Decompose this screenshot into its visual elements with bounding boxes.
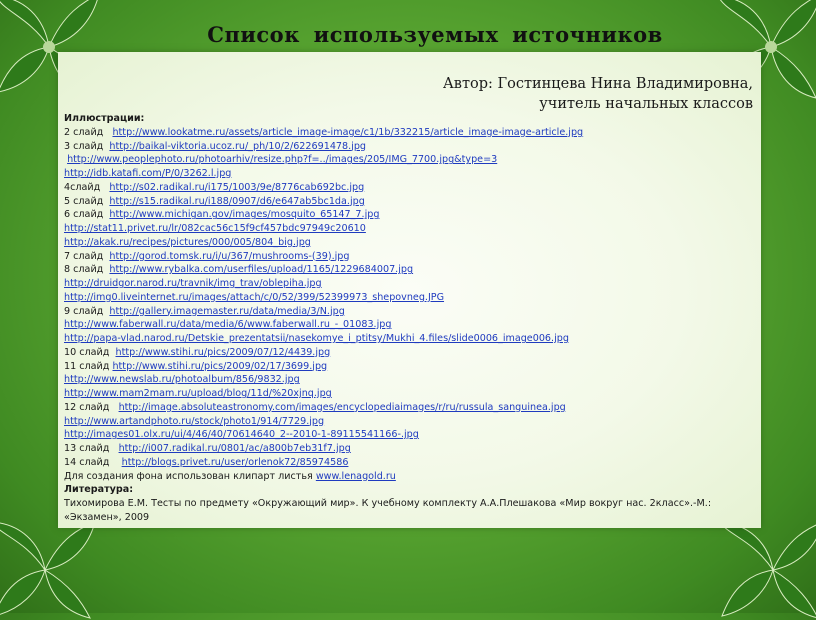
slide-label: 8 слайд	[64, 264, 110, 276]
clipart-line: Для создания фона использован клипарт ли…	[64, 470, 759, 484]
source-line: http://images01.olx.ru/ui/4/46/40/706146…	[64, 428, 759, 442]
clipart-link[interactable]: www.lenagold.ru	[316, 471, 396, 482]
literature-heading: Литература:	[64, 484, 134, 496]
source-line: 12 слайд http://image.absoluteastronomy.…	[64, 401, 759, 415]
content-panel: Автор: Гостинцева Нина Владимировна, учи…	[58, 52, 761, 528]
source-link[interactable]: http://www.stihi.ru/pics/2009/07/12/4439…	[116, 347, 331, 358]
source-link[interactable]: http://www.peoplephoto.ru/photoarhiv/res…	[67, 154, 497, 165]
source-link[interactable]: http://s15.radikal.ru/i188/0907/d6/e647a…	[109, 196, 364, 207]
source-link[interactable]: http://idb.katafi.com/P/0/3262.l.jpg	[64, 168, 231, 179]
source-line: http://www.mam2mam.ru/upload/blog/11d/%2…	[64, 387, 759, 401]
slide-label: 3 слайд	[64, 140, 110, 152]
source-link[interactable]: http://i007.radikal.ru/0801/ac/a800b7eb3…	[119, 443, 351, 454]
source-line: 11 слайд http://www.stihi.ru/pics/2009/0…	[64, 360, 759, 374]
source-lines: 2 слайд http://www.lookatme.ru/assets/ar…	[64, 126, 759, 470]
leaf-bottom-right-decoration	[719, 521, 816, 618]
source-link[interactable]: http://www.faberwall.ru/data/media/6/www…	[64, 319, 391, 330]
illustrations-heading: Иллюстрации:	[64, 113, 145, 124]
source-link[interactable]: http://baikal-viktoria.ucoz.ru/_ph/10/2/…	[109, 141, 366, 152]
source-line: http://stat11.privet.ru/lr/082cac56c15f9…	[64, 222, 759, 236]
source-link[interactable]: http://img0.liveinternet.ru/images/attac…	[64, 292, 444, 303]
source-line: http://www.artandphoto.ru/stock/photo1/9…	[64, 415, 759, 429]
source-link[interactable]: http://gorod.tomsk.ru/i/u/367/mushrooms-…	[109, 251, 349, 262]
clipart-text: Для создания фона использован клипарт ли…	[64, 470, 316, 482]
literature-text: Тихомирова Е.М. Тесты по предмету «Окруж…	[64, 498, 712, 523]
source-line: 3 слайд http://baikal-viktoria.ucoz.ru/_…	[64, 140, 759, 154]
source-line: 8 слайд http://www.rybalka.com/userfiles…	[64, 263, 759, 277]
slide-label: 9 слайд	[64, 305, 110, 317]
slide-label: 10 слайд	[64, 346, 116, 358]
leaf-bottom-left-decoration	[0, 521, 96, 619]
slide-label: 7 слайд	[64, 250, 110, 262]
source-link[interactable]: http://www.artandphoto.ru/stock/photo1/9…	[64, 416, 324, 427]
source-line: 10 слайд http://www.stihi.ru/pics/2009/0…	[64, 346, 759, 360]
sources-list: Иллюстрации: 2 слайд http://www.lookatme…	[64, 112, 759, 525]
source-line: http://idb.katafi.com/P/0/3262.l.jpg	[64, 167, 759, 181]
source-line: 14 слайд http://blogs.privet.ru/user/orl…	[64, 456, 759, 470]
source-link[interactable]: http://gallery.imagemaster.ru/data/media…	[109, 306, 344, 317]
source-line: 5 слайд http://s15.radikal.ru/i188/0907/…	[64, 195, 759, 209]
source-line: 7 слайд http://gorod.tomsk.ru/i/u/367/mu…	[64, 250, 759, 264]
author-position: учитель начальных классов	[539, 96, 753, 112]
page-title: Список используемых источников	[207, 22, 663, 47]
source-line: http://akak.ru/recipes/pictures/000/005/…	[64, 236, 759, 250]
author-block: Автор: Гостинцева Нина Владимировна, учи…	[443, 74, 753, 114]
source-link[interactable]: http://blogs.privet.ru/user/orlenok72/85…	[122, 457, 349, 468]
source-link[interactable]: http://www.stihi.ru/pics/2009/02/17/3699…	[112, 361, 327, 372]
source-link[interactable]: http://druidgor.narod.ru/travnik/img_tra…	[64, 278, 322, 289]
slide-label: 5 слайд	[64, 195, 110, 207]
source-line: 13 слайд http://i007.radikal.ru/0801/ac/…	[64, 442, 759, 456]
slide-label: 2 слайд	[64, 126, 113, 138]
source-line: http://img0.liveinternet.ru/images/attac…	[64, 291, 759, 305]
source-link[interactable]: http://stat11.privet.ru/lr/082cac56c15f9…	[64, 223, 366, 234]
source-link[interactable]: http://www.michigan.gov/images/mosquito_…	[109, 209, 379, 220]
source-line: http://www.faberwall.ru/data/media/6/www…	[64, 318, 759, 332]
slide-label: 13 слайд	[64, 443, 119, 454]
source-link[interactable]: http://www.mam2mam.ru/upload/blog/11d/%2…	[64, 388, 332, 399]
source-line: 4слайд http://s02.radikal.ru/i175/1003/9…	[64, 181, 759, 195]
source-link[interactable]: http://images01.olx.ru/ui/4/46/40/706146…	[64, 429, 419, 440]
source-link[interactable]: http://www.rybalka.com/userfiles/upload/…	[109, 264, 413, 275]
source-line: 9 слайд http://gallery.imagemaster.ru/da…	[64, 305, 759, 319]
source-line: http://www.newslab.ru/photoalbum/856/983…	[64, 373, 759, 387]
slide-label: 6 слайд	[64, 209, 110, 221]
slide-label: 4слайд	[64, 181, 110, 193]
slide-label: 12 слайд	[64, 401, 119, 413]
source-line: 2 слайд http://www.lookatme.ru/assets/ar…	[64, 126, 759, 140]
source-link[interactable]: http://akak.ru/recipes/pictures/000/005/…	[64, 237, 311, 248]
source-link[interactable]: http://papa-vlad.narod.ru/Detskie_prezen…	[64, 333, 569, 344]
source-link[interactable]: http://www.newslab.ru/photoalbum/856/983…	[64, 374, 300, 385]
source-line: http://papa-vlad.narod.ru/Detskie_prezen…	[64, 332, 759, 346]
source-link[interactable]: http://image.absoluteastronomy.com/image…	[119, 402, 566, 413]
source-link[interactable]: http://www.lookatme.ru/assets/article_im…	[112, 127, 583, 138]
author-name: Автор: Гостинцева Нина Владимировна,	[442, 76, 753, 92]
source-line: http://www.peoplephoto.ru/photoarhiv/res…	[64, 153, 759, 167]
source-line: http://druidgor.narod.ru/travnik/img_tra…	[64, 277, 759, 291]
source-line: 6 слайд http://www.michigan.gov/images/m…	[64, 208, 759, 222]
slide-label: 11 слайд	[64, 360, 113, 372]
source-link[interactable]: http://s02.radikal.ru/i175/1003/9e/8776c…	[109, 182, 364, 193]
slide-label: 14 слайд	[64, 456, 122, 468]
